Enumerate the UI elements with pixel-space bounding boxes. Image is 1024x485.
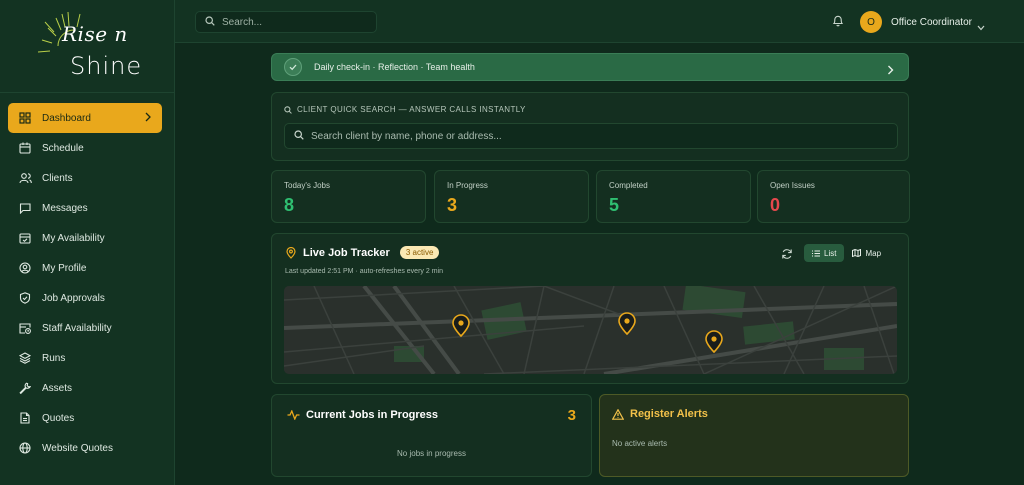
chevron-right-icon — [887, 62, 894, 80]
message-icon — [18, 201, 32, 215]
sidebar-item-dashboard[interactable]: Dashboard — [8, 103, 162, 133]
globe-icon — [18, 441, 32, 455]
stat-label: Today's Jobs — [284, 181, 330, 190]
file-icon — [18, 411, 32, 425]
map-icon — [852, 249, 862, 257]
current-jobs-title: Current Jobs in Progress — [306, 409, 439, 421]
avatar[interactable]: O — [860, 11, 882, 33]
sidebar-item-label: Runs — [42, 352, 66, 364]
toggle-map-button[interactable]: Map — [844, 244, 889, 262]
sidebar: Rise n Shine Dashboard Schedule Clients — [0, 0, 175, 485]
stat-value: 5 — [609, 195, 620, 215]
stat-value: 0 — [770, 195, 781, 215]
status-badge: 3 active — [399, 246, 440, 259]
refresh-icon[interactable] — [781, 247, 793, 265]
map-pin-icon — [286, 246, 296, 259]
user-circle-icon — [18, 261, 32, 275]
sidebar-item-label: Website Quotes — [42, 442, 113, 454]
client-search-field[interactable] — [284, 123, 898, 149]
sidebar-item-my-profile[interactable]: My Profile — [8, 253, 162, 283]
activity-icon — [287, 410, 300, 420]
search-input[interactable] — [222, 16, 362, 28]
sidebar-item-label: Quotes — [42, 412, 75, 424]
stat-todays-jobs[interactable]: Today's Jobs 8 — [271, 170, 426, 223]
sidebar-item-label: My Availability — [42, 232, 105, 244]
sidebar-item-label: Dashboard — [42, 112, 91, 124]
global-search[interactable] — [195, 11, 377, 33]
chevron-down-icon[interactable] — [977, 18, 985, 36]
bell-icon[interactable] — [832, 14, 844, 32]
toggle-list-button[interactable]: List — [804, 244, 845, 262]
sidebar-item-messages[interactable]: Messages — [8, 193, 162, 223]
sidebar-item-label: Messages — [42, 202, 88, 214]
tracker-subtitle: Last updated 2:51 PM · auto-refreshes ev… — [285, 268, 443, 275]
stat-open-issues[interactable]: Open Issues 0 — [757, 170, 910, 223]
sidebar-item-runs[interactable]: Runs — [8, 343, 162, 373]
grid-icon — [18, 111, 32, 125]
register-alerts-header: Register Alerts — [612, 408, 708, 420]
job-map[interactable] — [284, 286, 897, 374]
chevron-right-icon — [144, 112, 152, 125]
quick-search-title: CLIENT QUICK SEARCH — ANSWER CALLS INSTA… — [284, 105, 526, 114]
brand-logo[interactable]: Rise n Shine — [0, 0, 175, 93]
sidebar-item-label: Schedule — [42, 142, 84, 154]
brand-line1: Rise n — [62, 22, 128, 46]
sidebar-item-label: Assets — [42, 382, 73, 394]
live-job-tracker: Live Job Tracker 3 active Last updated 2… — [271, 233, 909, 384]
sidebar-item-assets[interactable]: Assets — [8, 373, 162, 403]
layers-icon — [18, 351, 32, 365]
calendar-check-icon — [18, 231, 32, 245]
tracker-title: Live Job Tracker — [303, 246, 390, 259]
sidebar-item-clients[interactable]: Clients — [8, 163, 162, 193]
register-alerts-title: Register Alerts — [630, 408, 708, 420]
register-alerts-card: Register Alerts No active alerts — [599, 394, 909, 477]
search-icon — [284, 105, 292, 114]
users-icon — [18, 171, 32, 185]
check-circle-icon — [284, 58, 302, 76]
stat-completed[interactable]: Completed 5 — [596, 170, 751, 223]
brand-line2: Shine — [70, 52, 143, 80]
calendar-icon — [18, 141, 32, 155]
topbar: O Office Coordinator — [175, 0, 1024, 43]
stat-label: Completed — [609, 181, 648, 190]
current-jobs-count: 3 — [567, 407, 576, 424]
sidebar-item-label: My Profile — [42, 262, 87, 274]
sidebar-item-label: Clients — [42, 172, 73, 184]
user-name[interactable]: Office Coordinator — [891, 17, 972, 28]
current-jobs-card: Current Jobs in Progress 3 No jobs in pr… — [271, 394, 592, 477]
sidebar-item-website-quotes[interactable]: Website Quotes — [8, 433, 162, 463]
stat-label: Open Issues — [770, 181, 815, 190]
sidebar-item-schedule[interactable]: Schedule — [8, 133, 162, 163]
sidebar-item-label: Job Approvals — [42, 292, 105, 304]
shield-check-icon — [18, 291, 32, 305]
stat-value: 8 — [284, 195, 295, 215]
list-icon — [812, 250, 820, 256]
calendar-clock-icon — [18, 321, 32, 335]
current-jobs-header: Current Jobs in Progress — [287, 409, 438, 421]
client-search-input[interactable] — [311, 130, 891, 142]
sidebar-item-label: Staff Availability — [42, 322, 112, 334]
sidebar-nav: Dashboard Schedule Clients Messages My A… — [8, 103, 162, 463]
stat-value: 3 — [447, 195, 458, 215]
search-icon — [205, 13, 215, 31]
tracker-header: Live Job Tracker 3 active — [286, 246, 440, 259]
sidebar-item-staff-availability[interactable]: Staff Availability — [8, 313, 162, 343]
client-quick-search: CLIENT QUICK SEARCH — ANSWER CALLS INSTA… — [271, 92, 909, 161]
stat-label: In Progress — [447, 181, 488, 190]
sidebar-item-quotes[interactable]: Quotes — [8, 403, 162, 433]
sidebar-item-my-availability[interactable]: My Availability — [8, 223, 162, 253]
view-toggle: List Map — [804, 244, 889, 262]
warning-icon — [612, 408, 624, 420]
sidebar-item-job-approvals[interactable]: Job Approvals — [8, 283, 162, 313]
stat-in-progress[interactable]: In Progress 3 — [434, 170, 589, 223]
daily-checkin-banner[interactable]: Daily check-in · Reflection · Team healt… — [271, 53, 909, 81]
banner-text: Daily check-in · Reflection · Team healt… — [314, 62, 475, 72]
wrench-icon — [18, 381, 32, 395]
search-icon — [294, 127, 304, 145]
empty-state: No active alerts — [612, 439, 668, 448]
empty-state: No jobs in progress — [397, 449, 466, 458]
